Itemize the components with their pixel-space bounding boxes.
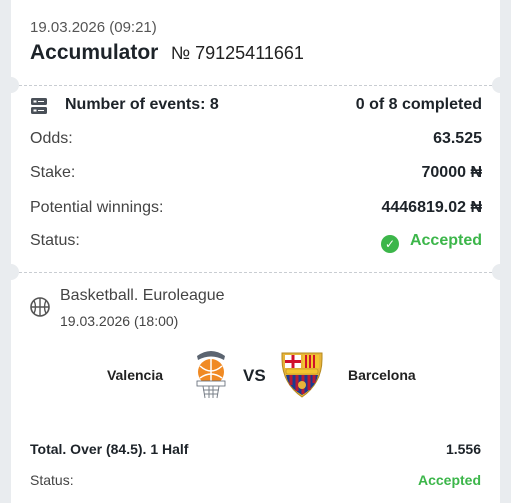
winnings-row: Potential winnings: 4446819.02 ₦ [30,199,482,223]
ticket-header: 19.03.2026 (09:21) Accumulator № 7912541… [11,0,500,80]
events-row: Number of events: 8 0 of 8 completed [30,96,482,120]
league-name: Basketball. Euroleague [60,287,225,304]
dashed-divider [19,85,492,86]
separator-notch-left [3,264,19,280]
stake-row: Stake: 70000 ₦ [30,164,482,188]
status-value-wrap: ✓ Accepted [380,232,482,253]
odds-row: Odds: 63.525 [30,130,482,154]
status-label: Status: [30,232,80,249]
basketball-icon [30,297,50,317]
dashed-divider [19,272,492,273]
away-team-name: Barcelona [348,367,416,383]
winnings-label: Potential winnings: [30,199,164,216]
status-row: Status: ✓ Accepted [30,232,482,256]
winnings-value: 4446819.02 ₦ [381,199,482,216]
valencia-logo [196,351,226,399]
odds-label: Odds: [30,130,73,147]
events-progress: 0 of 8 completed [355,96,482,113]
bet-selection: Total. Over (84.5). 1 Half [30,441,189,457]
event-status-value: Accepted [417,472,481,488]
event-status-label: Status: [30,472,74,488]
versus-label: VS [243,366,266,385]
ticket-title-row: Accumulator № 79125411661 [30,41,304,65]
barcelona-logo [281,352,323,398]
check-icon: ✓ [380,235,399,253]
events-count: Number of events: 8 [65,96,219,113]
event-datetime: 19.03.2026 (18:00) [60,313,179,329]
ticket-number: № 79125411661 [170,43,304,63]
home-team-name: Valencia [106,367,163,383]
stake-value: 70000 ₦ [421,164,483,181]
ticket-type: Accumulator [30,41,159,64]
bet-ticket: 19.03.2026 (09:21) Accumulator № 7912541… [3,0,508,503]
stake-label: Stake: [30,164,76,181]
separator-notch-left [3,77,19,93]
separator-notch-right [492,77,508,93]
ticket-datetime: 19.03.2026 (09:21) [30,19,157,36]
separator-notch-right [492,264,508,280]
odds-value: 63.525 [433,130,482,147]
status-value: Accepted [409,232,482,249]
bet-odds: 1.556 [445,441,481,457]
events-icon [31,98,47,114]
